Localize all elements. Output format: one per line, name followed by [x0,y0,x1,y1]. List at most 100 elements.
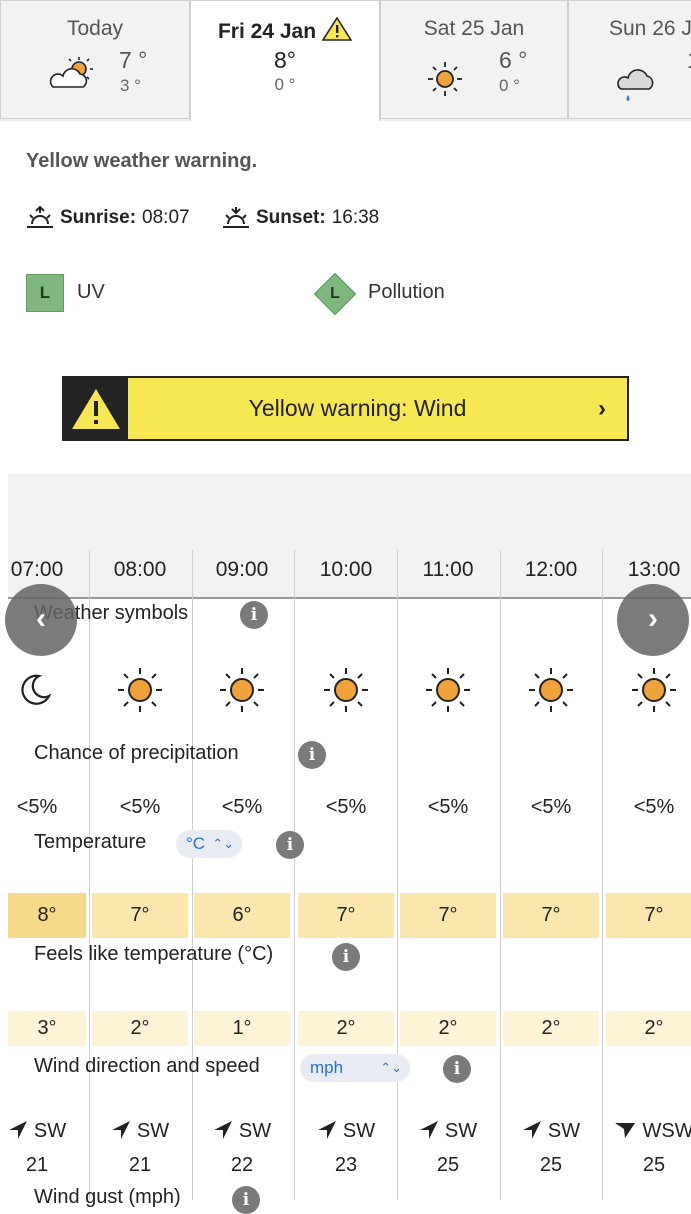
info-icon[interactable]: i [298,741,326,769]
wind-direction-text: SW [136,1120,170,1142]
info-icon[interactable]: i [276,831,304,859]
hour-label: 07:00 [10,558,64,581]
wind-direction-text: SW [33,1120,67,1142]
wind-direction-text: SW [547,1120,581,1142]
precipitation-label: Chance of precipitation [34,742,239,764]
sun-icon [604,664,691,716]
temperature-value: 7° [400,893,496,938]
wind-speed-value: 23 [334,1154,358,1176]
wind-direction-value: SW [0,1120,87,1143]
tab-day-header: Fri 24 Jan [191,17,379,44]
wind-speed-value: 25 [642,1154,666,1176]
sunset-info: Sunset: 16:38 [222,206,379,230]
wind-direction-value: SW [398,1120,498,1143]
feels-like-label: Feels like temperature (°C) [34,943,274,965]
sunrise-icon [27,206,53,228]
hour-label: 08:00 [113,558,167,581]
column-divider [294,550,295,1200]
temperature-unit-select[interactable]: °C ⌃⌄ [176,830,242,858]
tab-low-temp: 0 ° [499,76,520,95]
wind-speed-value: 21 [25,1154,49,1176]
sun-icon [192,664,292,716]
temperature-unit-value: °C [186,834,206,853]
feels-like-value: 2° [400,1011,496,1046]
feels-like-value: 2° [503,1011,599,1046]
column-divider [602,550,603,1200]
hour-label: 12:00 [524,558,578,581]
wind-direction-value: SW [90,1120,190,1143]
tab-high-temp: 7 ° [119,47,148,73]
chevron-right-icon: › [598,394,606,422]
feels-like-value: 1° [194,1011,290,1046]
wind-speed-value: 25 [539,1154,563,1176]
temperature-value: 6° [194,893,290,938]
tab-today[interactable]: Today 7 ° 3 ° [0,0,190,119]
temperature-value: 8° [8,893,86,938]
info-icon[interactable]: i [332,943,360,971]
temperature-value: 7° [606,893,691,938]
precipitation-value: <5% [221,796,263,818]
temperature-value: 7° [503,893,599,938]
temperature-label: Temperature [34,831,147,853]
pollution-level-letter: L [330,285,340,302]
wind-speed-value: 22 [230,1154,254,1176]
moon-icon [0,664,85,716]
tab-low-temp: 3 ° [120,76,141,95]
tab-high-temp: 6 ° [499,47,528,73]
wind-speed-value: 25 [436,1154,460,1176]
tab-day-name: Today [66,17,124,40]
wind-direction-text: SW [342,1120,376,1142]
wind-direction-value: SW [501,1120,601,1143]
tab-sat-25-jan[interactable]: Sat 25 Jan 6 ° 0 ° [380,0,568,119]
warning-banner-text: Yellow warning: Wind [248,395,467,421]
hour-label: 10:00 [319,558,373,581]
wind-unit-value: mph [310,1058,344,1077]
select-arrows-icon: ⌃⌄ [212,836,234,851]
info-icon[interactable]: i [443,1055,471,1083]
wind-speed-value: 21 [128,1154,152,1176]
precipitation-value: <5% [427,796,469,818]
tab-sun-26-jan[interactable]: Sun 26 J 1 [568,0,691,119]
sun-icon [501,664,601,716]
day-tabs: Today 7 ° 3 ° Fri 24 Jan 8° 0 ° Sat 25 J… [0,0,691,121]
pollution-label[interactable]: Pollution [368,281,445,304]
info-icon[interactable]: i [240,601,268,629]
scroll-left-button[interactable]: ‹ [5,584,77,656]
tab-day-name: Sat 25 Jan [423,17,525,40]
hour-label: 13:00 [627,558,681,581]
sunrise-time: 08:07 [142,207,190,228]
uv-level-badge[interactable]: L [26,274,64,312]
wind-direction-text: SW [444,1120,478,1142]
sun-icon [296,664,396,716]
tab-day-name: Fri 24 Jan [217,20,317,43]
info-icon[interactable]: i [232,1186,260,1214]
precipitation-value: <5% [16,796,58,818]
uv-label[interactable]: UV [77,281,105,304]
rain-cloud-icon [617,69,654,101]
sun-cloud-icon [49,57,93,88]
tab-fri-24-jan[interactable]: Fri 24 Jan 8° 0 ° [190,0,380,121]
tab-high-temp: 1 [687,47,691,74]
feels-like-value: 2° [606,1011,691,1046]
precipitation-value: <5% [325,796,367,818]
wind-unit-select[interactable]: mph ⌃⌄ [300,1054,410,1082]
sunset-icon [223,207,249,228]
temperature-value: 7° [92,893,188,938]
wind-direction-text: SW [238,1120,272,1142]
hour-label: 11:00 [422,558,474,581]
tab-day-name: Sun 26 J [609,17,691,40]
feels-like-value: 2° [298,1011,394,1046]
wind-warning-banner[interactable]: Yellow warning: Wind › [62,376,629,441]
scroll-right-button[interactable]: › [617,584,689,656]
precipitation-value: <5% [119,796,161,818]
wind-direction-value: SW [296,1120,396,1143]
sun-icon [398,664,498,716]
wind-direction-value: SW [192,1120,292,1143]
warning-summary-title: Yellow weather warning. [26,150,258,172]
wind-direction-text: WSW [642,1120,691,1142]
column-divider [89,550,90,1200]
sunset-time: 16:38 [331,207,380,228]
sunrise-label: Sunrise: [60,207,137,228]
sunset-label: Sunset: [256,207,326,228]
column-divider [397,550,398,1200]
